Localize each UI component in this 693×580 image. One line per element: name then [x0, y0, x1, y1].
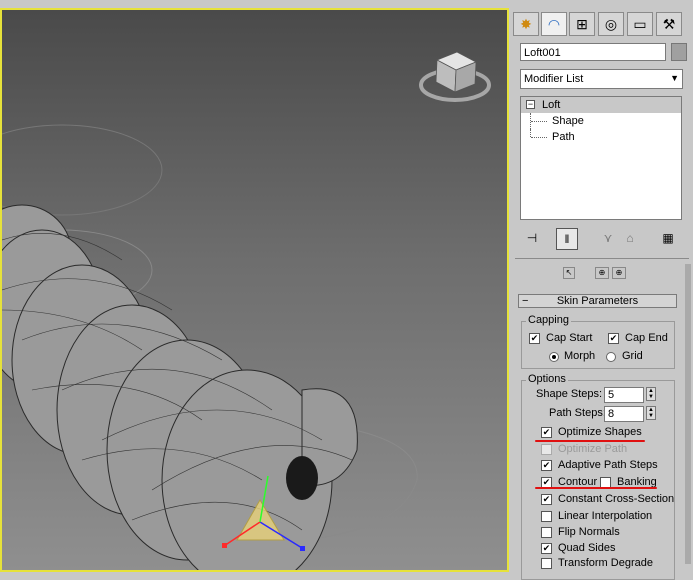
optimize-shapes-checkbox[interactable]: ✔ — [541, 427, 552, 438]
panel-scrollbar[interactable] — [685, 264, 691, 564]
utilities-tab-icon[interactable]: ⚒ — [656, 12, 682, 36]
transform-degrade-checkbox[interactable] — [541, 558, 552, 569]
morph-radio[interactable] — [549, 352, 559, 362]
modifier-list-dropdown[interactable]: Modifier List ▼ — [520, 69, 683, 89]
stack-item-shape[interactable]: Shape — [521, 113, 681, 129]
remove-modifier-icon[interactable]: ⌂ — [620, 228, 640, 248]
adaptive-path-steps-label: Adaptive Path Steps — [558, 459, 658, 471]
pin-stack-icon[interactable]: ⊣ — [522, 228, 542, 248]
modify-tab-glyph: ◠ — [547, 15, 561, 32]
shape-steps-label: Shape Steps: — [536, 388, 603, 400]
cap-end-label: Cap End — [625, 332, 668, 344]
path-steps-input[interactable]: 8 — [604, 406, 644, 422]
motion-tab-icon[interactable]: ◎ — [598, 12, 624, 36]
viewcube-icon — [419, 51, 491, 102]
modifier-stack: − Loft Shape Path — [520, 96, 682, 220]
grid-radio[interactable] — [606, 352, 616, 362]
stack-item-loft[interactable]: − Loft — [521, 97, 681, 113]
tree-line — [530, 129, 532, 137]
stack-item-label: Shape — [552, 115, 584, 127]
cursor-icon[interactable]: ↖ — [563, 267, 575, 279]
rollout-tool-icon[interactable]: ⊕ — [595, 267, 609, 279]
create-tab-icon[interactable]: ✸ — [513, 12, 539, 36]
constant-cross-section-label: Constant Cross-Section — [558, 493, 675, 505]
flip-normals-label: Flip Normals — [558, 526, 620, 538]
modify-tab-icon[interactable]: ◠ — [541, 12, 567, 36]
stack-item-path[interactable]: Path — [521, 129, 681, 145]
rollout-title: Skin Parameters — [556, 295, 639, 307]
rollout-area: ↖ ⊕ ⊕ − Skin Parameters Capping ✔ Cap St… — [515, 264, 683, 580]
rollout-tool-icon[interactable]: ⊕ — [612, 267, 626, 279]
create-tab-glyph: ✸ — [520, 15, 532, 32]
object-name-field[interactable]: Loft001 — [520, 43, 666, 61]
motion-tab-glyph: ◎ — [604, 15, 618, 32]
hierarchy-tab-glyph: ⊞ — [576, 15, 588, 32]
capping-group: Capping ✔ Cap Start ✔ Cap End Morph Grid — [521, 314, 675, 369]
make-unique-icon[interactable]: ⋎ — [598, 228, 618, 248]
viewport-scene — [2, 51, 491, 570]
options-group: Options Shape Steps: 5 ▲ ▼ Path Steps: 8 … — [521, 373, 675, 580]
annotation-underline — [535, 487, 657, 489]
configure-modifier-sets-icon[interactable]: ▦ — [658, 228, 678, 248]
coil-end-opening — [286, 456, 318, 500]
stack-item-label: Path — [552, 131, 575, 143]
grid-label: Grid — [622, 350, 643, 362]
tree-line — [531, 121, 547, 122]
path-steps-spinner[interactable]: ▲ ▼ — [646, 406, 656, 420]
perspective-viewport[interactable] — [0, 8, 509, 572]
adaptive-path-steps-checkbox[interactable]: ✔ — [541, 460, 552, 471]
cap-start-label: Cap Start — [546, 332, 593, 344]
options-title: Options — [526, 373, 568, 385]
stack-toolbar: ⊣ ‖ ⋎ ⌂ ▦ — [520, 228, 686, 250]
modifier-list-label: Modifier List — [524, 73, 584, 85]
grid-circle — [2, 124, 163, 216]
collapse-icon: − — [522, 295, 529, 307]
tree-line — [531, 137, 547, 138]
hierarchy-tab-icon[interactable]: ⊞ — [569, 12, 595, 36]
flip-normals-checkbox[interactable] — [541, 527, 552, 538]
annotation-underline — [535, 440, 645, 442]
quad-sides-label: Quad Sides — [558, 542, 616, 554]
collapse-icon[interactable]: − — [526, 100, 535, 109]
cap-start-checkbox[interactable]: ✔ — [529, 333, 540, 344]
path-steps-label: Path Steps: — [549, 407, 606, 419]
transform-degrade-label: Transform Degrade — [558, 557, 653, 569]
optimize-path-label: Optimize Path — [558, 443, 628, 455]
loft-coil-mesh — [2, 204, 358, 570]
divider — [515, 258, 689, 259]
linear-interpolation-label: Linear Interpolation — [558, 510, 653, 522]
morph-label: Morph — [564, 350, 596, 362]
command-panel: ✸ ◠ ⊞ ◎ ▭ ⚒ Loft001 Modifier List ▼ − Lo… — [511, 0, 693, 580]
capping-title: Capping — [526, 314, 571, 326]
quad-sides-checkbox[interactable]: ✔ — [541, 543, 552, 554]
chevron-down-icon: ▼ — [670, 73, 679, 83]
display-tab-icon[interactable]: ▭ — [627, 12, 653, 36]
cap-end-checkbox[interactable]: ✔ — [608, 333, 619, 344]
shape-steps-spinner[interactable]: ▲ ▼ — [646, 387, 656, 401]
shape-steps-input[interactable]: 5 — [604, 387, 644, 403]
constant-cross-section-checkbox[interactable]: ✔ — [541, 494, 552, 505]
object-color-swatch[interactable] — [671, 43, 687, 61]
command-panel-tabs: ✸ ◠ ⊞ ◎ ▭ ⚒ — [511, 10, 693, 38]
linear-interpolation-checkbox[interactable] — [541, 511, 552, 522]
utilities-tab-glyph: ⚒ — [662, 15, 676, 32]
stack-item-label: Loft — [542, 99, 561, 111]
optimize-shapes-label: Optimize Shapes — [558, 426, 642, 438]
optimize-path-checkbox[interactable] — [541, 444, 552, 455]
display-tab-glyph: ▭ — [633, 15, 647, 32]
show-end-result-icon[interactable]: ‖ — [556, 228, 578, 250]
skin-parameters-rollout-header[interactable]: − Skin Parameters — [518, 294, 677, 308]
